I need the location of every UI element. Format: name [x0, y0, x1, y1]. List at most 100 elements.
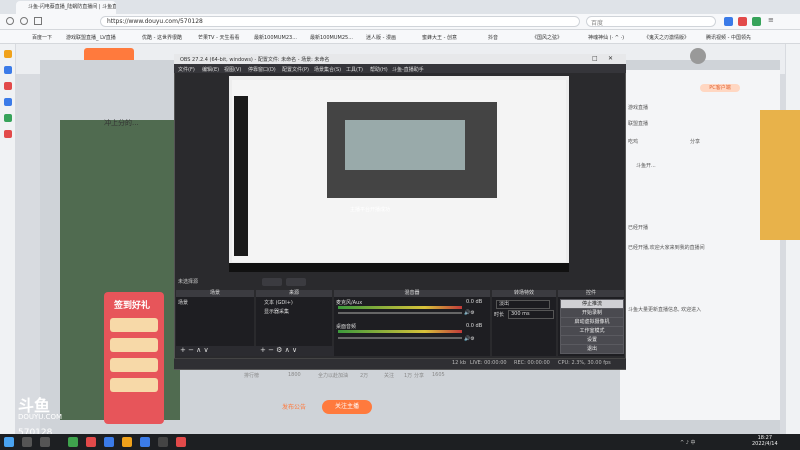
bookmark-item[interactable]: 优酷 - 这世界很酷 — [142, 34, 192, 41]
volume-meter — [338, 306, 462, 309]
source-item[interactable]: 文本 (GDI+) — [264, 299, 293, 306]
duration-input[interactable]: 300 ms — [508, 310, 554, 319]
back-icon[interactable] — [6, 17, 14, 25]
app-icon[interactable] — [4, 98, 12, 106]
gift-item[interactable] — [110, 358, 158, 372]
sources-toolbar: + − ⚙ ∧ ∨ — [256, 346, 336, 356]
properties-button[interactable] — [262, 278, 282, 286]
start-icon[interactable] — [4, 437, 14, 447]
taskbar-clock[interactable]: 18:27 2022/4/14 — [752, 435, 778, 447]
promo-banner[interactable] — [760, 110, 800, 240]
extension-icon[interactable] — [738, 17, 747, 26]
app-icon[interactable] — [4, 82, 12, 90]
bookmark-item[interactable]: 神魂神仙 (· ^ ·) — [588, 34, 638, 41]
task-view-icon[interactable] — [40, 437, 50, 447]
home-icon[interactable] — [34, 17, 42, 25]
star-icon[interactable] — [4, 50, 12, 58]
info-text: 已经开播 — [628, 225, 649, 231]
chrome-icon[interactable] — [86, 437, 96, 447]
menu-view[interactable]: 视图(V) — [224, 66, 241, 73]
bookmark-item[interactable]: 抖音 — [488, 34, 528, 41]
bookmark-item[interactable]: 最新100MUM25... — [310, 34, 360, 41]
app-icon[interactable] — [68, 437, 78, 447]
app-icon[interactable] — [4, 66, 12, 74]
speaker-icon[interactable]: 🔊⚙ — [464, 336, 475, 342]
scenes-toolbar: + − ∧ ∨ — [176, 346, 258, 356]
gift-item[interactable] — [110, 378, 158, 392]
live-status: LIVE: 00:00:00 — [470, 360, 507, 366]
announcement-text: 已经开播,欢迎大家来到我的直播间 — [628, 245, 705, 251]
bookmark-item[interactable]: 最新100MUM23... — [254, 34, 304, 41]
search-icon[interactable] — [22, 437, 32, 447]
menu-help[interactable]: 帮助(H) — [370, 66, 388, 73]
frames-status: 12 kb — [452, 360, 467, 366]
source-item[interactable]: 显示器采集 — [264, 308, 289, 315]
menu-icon[interactable]: ≡ — [768, 16, 796, 26]
bookmark-item[interactable]: 腾讯视频 - 中国领先 — [706, 34, 770, 41]
app-icon[interactable] — [176, 437, 186, 447]
menu-edit[interactable]: 编辑(E) — [202, 66, 219, 73]
menu-docks[interactable]: 停靠窗口(D) — [248, 66, 276, 73]
bookmark-item[interactable]: 游戏联盟直播_ LV直播 — [66, 34, 136, 41]
info-text: 联盟直播 — [628, 121, 649, 127]
stream-title: 冲上分的... — [104, 119, 139, 127]
bookmark-item[interactable]: 百度一下 — [32, 34, 52, 41]
bookmark-item[interactable]: 迷人版 - 漫画 — [366, 34, 416, 41]
pc-client-button[interactable]: PC客户端 — [700, 84, 740, 92]
transition-select[interactable]: 淡出 — [496, 300, 550, 309]
preview-overlay-text: 主播平台开播成功 — [350, 207, 391, 213]
mixer-track-db: 0.0 dB — [466, 299, 483, 305]
speaker-icon[interactable]: 🔊⚙ — [464, 310, 475, 316]
info-text: 游戏直播 — [628, 105, 649, 111]
close-icon[interactable]: ✕ — [608, 55, 616, 63]
publish-notice-button[interactable]: 发布公告 — [282, 402, 318, 412]
mixer-track-name: 桌面音频 — [336, 324, 357, 330]
app-icon[interactable] — [4, 114, 12, 122]
cpu-status: CPU: 2.3%, 30.00 fps — [558, 360, 611, 366]
volume-slider[interactable] — [338, 312, 462, 314]
share-link[interactable]: 分享 — [690, 138, 700, 145]
bottom-stat: 全力以赴加油 — [318, 373, 349, 379]
bookmark-item[interactable]: 蜜蜂大王 - 创意 — [422, 34, 482, 41]
duration-label: 时长 — [494, 312, 505, 318]
menu-profile[interactable]: 配置文件(P) — [282, 66, 309, 73]
app-icon[interactable] — [104, 437, 114, 447]
bookmark-item[interactable]: 《国风之弦》 — [532, 34, 582, 41]
extension-icon[interactable] — [724, 17, 733, 26]
menu-scene-collection[interactable]: 场景集合(S) — [314, 66, 341, 73]
obs-icon[interactable] — [158, 437, 168, 447]
app-icon[interactable] — [140, 437, 150, 447]
bookmark-item[interactable]: 《鬼灭之刃激情版》 — [644, 34, 700, 41]
info-text: 斗鱼大量更新直播信息, 欢迎进入 — [628, 307, 702, 313]
folder-icon[interactable] — [122, 437, 132, 447]
forward-icon[interactable] — [20, 17, 28, 25]
mixer-dock-header: 混音器 — [334, 290, 490, 297]
scenes-dock-header: 场景 — [176, 290, 254, 297]
scene-item[interactable]: 场景 — [178, 299, 188, 306]
menu-tools[interactable]: 工具(T) — [346, 66, 363, 73]
bookmark-item[interactable]: 芒果TV - 天生看看 — [198, 34, 248, 41]
clock-date: 2022/4/14 — [752, 441, 778, 447]
avatar[interactable] — [690, 48, 706, 64]
volume-slider[interactable] — [338, 337, 462, 339]
browser-tab[interactable]: 斗鱼-闪电蔡直播_陆蜗防直播间 | 斗鱼直播 — [16, 1, 116, 14]
maximize-icon[interactable]: □ — [592, 55, 600, 63]
gift-item[interactable] — [110, 318, 158, 332]
extension-icon[interactable] — [752, 17, 761, 26]
gift-title: 签到好礼 — [114, 301, 151, 311]
weibo-icon[interactable] — [4, 130, 12, 138]
info-text: 吃鸡 — [628, 139, 639, 145]
follow-button[interactable]: 关注主播 — [322, 400, 372, 414]
sources-dock-header: 来源 — [256, 290, 332, 297]
search-input[interactable]: 百度 — [586, 16, 716, 27]
address-bar[interactable]: https://www.douyu.com/570128 — [100, 16, 580, 27]
obs-title-bar: OBS 27.2.4 (64-bit, windows) - 配置文件: 未命名… — [174, 54, 626, 64]
bottom-stat: 1800 — [288, 372, 301, 378]
exit-button[interactable]: 退出 — [560, 344, 624, 354]
system-tray[interactable]: ^ ♪ 中 — [680, 439, 696, 446]
menu-file[interactable]: 文件(F) — [178, 66, 195, 73]
filters-button[interactable] — [286, 278, 306, 286]
menu-douyu-assistant[interactable]: 斗鱼-直播助手 — [392, 66, 424, 73]
gift-item[interactable] — [110, 338, 158, 352]
bottom-stat: 2万 — [360, 373, 369, 379]
